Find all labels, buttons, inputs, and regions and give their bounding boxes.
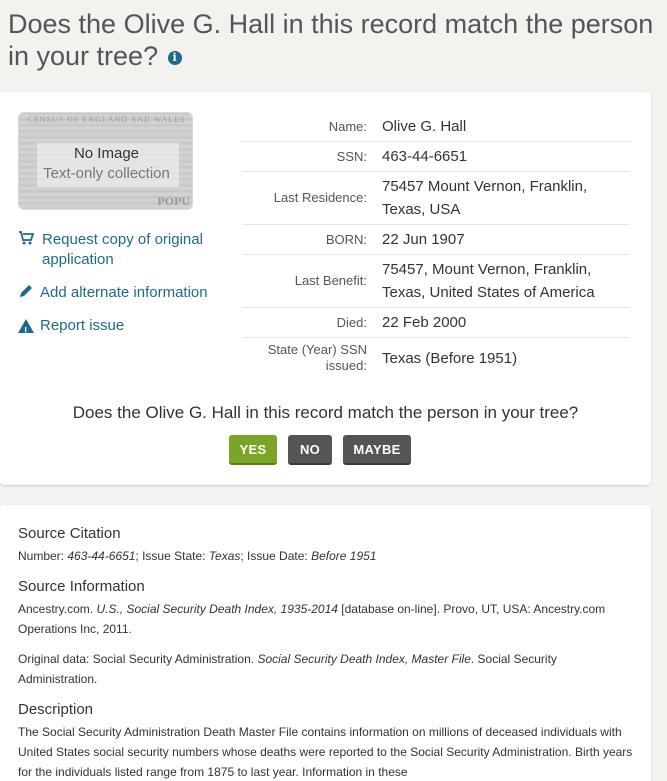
- match-question: Does the Olive G. Hall in this record ma…: [72, 403, 579, 422]
- source-info-title-italic: U.S., Social Security Death Index, 1935-…: [96, 602, 338, 616]
- citation-state-label: ; Issue State:: [135, 549, 209, 563]
- no-image-label: No Image: [73, 145, 140, 162]
- warning-icon: !: [18, 316, 40, 337]
- report-issue-link[interactable]: ! Report issue: [18, 316, 125, 337]
- request-copy-link[interactable]: Request copy of original application: [18, 230, 228, 270]
- match-buttons: YES NO MAYBE: [229, 435, 411, 465]
- fact-row-last-residence: Last Residence: 75457 Mount Vernon, Fran…: [242, 172, 630, 225]
- thumbnail-corner-text: POPU: [157, 194, 190, 208]
- record-card: CENSUS OF ENGLAND AND WALES No Image Tex…: [0, 92, 651, 485]
- fact-label: Last Residence:: [273, 190, 367, 205]
- source-info-part: Ancestry.com.: [18, 602, 97, 616]
- fact-value: 22 Feb 2000: [382, 314, 467, 331]
- yes-button[interactable]: YES: [229, 435, 277, 465]
- record-facts-table: Name: Olive G. Hall SSN: 463-44-6651 Las…: [242, 112, 630, 378]
- fact-value: 75457, Mount Vernon, Franklin, Texas, Un…: [382, 261, 595, 301]
- cart-icon: [18, 230, 42, 270]
- pencil-icon: [18, 283, 40, 305]
- citation-date-label: ; Issue Date:: [240, 549, 312, 563]
- maybe-button[interactable]: MAYBE: [343, 435, 411, 465]
- citation-number-label: Number:: [18, 549, 68, 563]
- citation-date-value: Before 1951: [311, 549, 377, 563]
- original-data-text: Original data: Social Security Administr…: [18, 649, 633, 689]
- original-data-part: Original data: Social Security Administr…: [18, 652, 258, 666]
- fact-label: BORN:: [325, 231, 367, 247]
- fact-value: 22 Jun 1907: [382, 231, 465, 248]
- fact-row-ssn: SSN: 463-44-6651: [242, 142, 630, 172]
- fact-label: Last Benefit:: [294, 273, 367, 288]
- citation-number-value: 463-44-6651: [67, 549, 136, 563]
- fact-row-name: Name: Olive G. Hall: [242, 112, 630, 142]
- source-information-text: Ancestry.com. U.S., Social Security Deat…: [18, 599, 633, 639]
- description-title: Description: [18, 701, 94, 718]
- source-citation-title: Source Citation: [18, 525, 121, 542]
- fact-label: State (Year) SSN issued:: [267, 342, 367, 373]
- fact-value: Texas (Before 1951): [382, 349, 518, 367]
- fact-row-died: Died: 22 Feb 2000: [242, 308, 630, 338]
- page-heading-text: Does the Olive G. Hall in this record ma…: [8, 9, 654, 71]
- info-icon[interactable]: i: [167, 50, 182, 65]
- description-text: The Social Security Administration Death…: [18, 725, 633, 779]
- request-copy-label: Request copy of original application: [42, 231, 203, 268]
- fact-row-born: BORN: 22 Jun 1907: [242, 225, 630, 255]
- fact-row-last-benefit: Last Benefit: 75457, Mount Vernon, Frank…: [242, 255, 630, 308]
- page-heading: Does the Olive G. Hall in this record ma…: [8, 8, 658, 72]
- fact-label: Died:: [336, 314, 367, 330]
- fact-value: Olive G. Hall: [382, 118, 467, 135]
- original-data-italic: Social Security Death Index, Master File: [257, 652, 471, 666]
- text-only-label: Text-only collection: [43, 165, 170, 182]
- source-citation-text: Number: 463-44-6651; Issue State: Texas;…: [18, 546, 633, 566]
- add-alternate-label: Add alternate information: [40, 284, 208, 301]
- thumbnail-banner: CENSUS OF ENGLAND AND WALES: [27, 115, 186, 124]
- citation-state-value: Texas: [208, 549, 241, 563]
- source-card: Source Citation Number: 463-44-6651; Iss…: [0, 505, 651, 781]
- fact-value: 75457 Mount Vernon, Franklin, Texas, USA: [382, 178, 588, 218]
- no-button[interactable]: NO: [288, 435, 332, 465]
- record-thumbnail[interactable]: CENSUS OF ENGLAND AND WALES No Image Tex…: [18, 112, 193, 210]
- fact-label: SSN:: [336, 148, 367, 164]
- fact-row-ssn-issued: State (Year) SSN issued: Texas (Before 1…: [242, 338, 630, 378]
- report-issue-label: Report issue: [40, 317, 125, 334]
- fact-label: Name:: [328, 118, 367, 134]
- source-information-title: Source Information: [18, 578, 145, 595]
- fact-value: 463-44-6651: [382, 148, 468, 165]
- add-alternate-link[interactable]: Add alternate information: [18, 283, 208, 305]
